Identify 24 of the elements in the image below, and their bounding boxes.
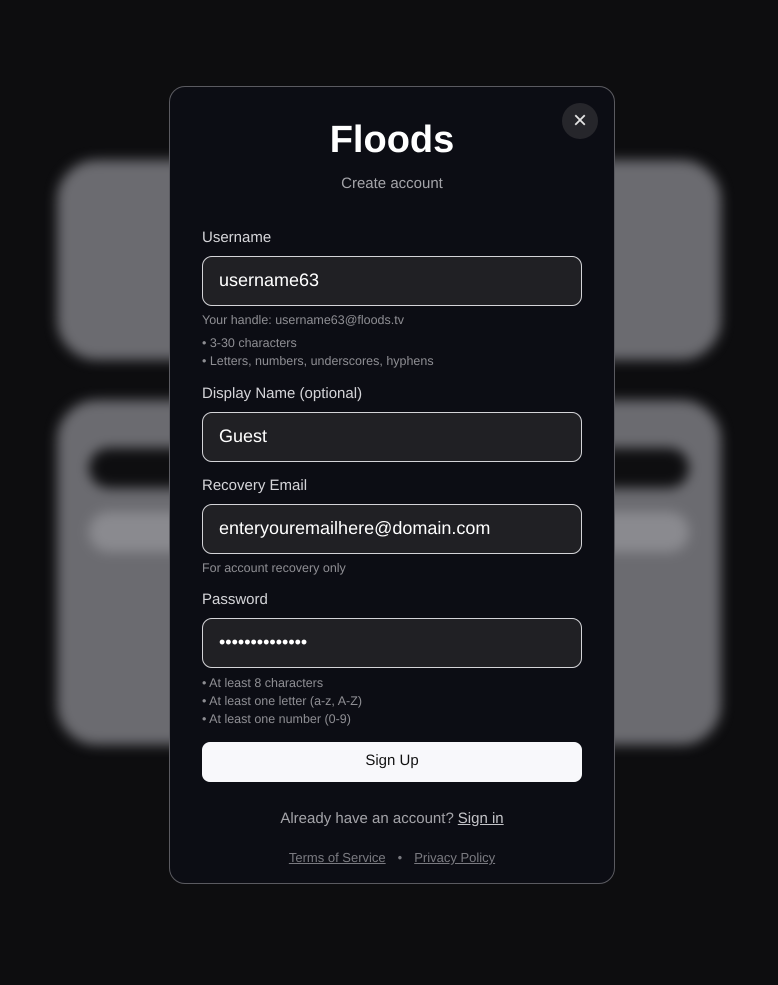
- sign-in-link[interactable]: Sign in: [458, 808, 504, 830]
- rule-text: • At least one number (0-9): [202, 710, 352, 728]
- dialog-subtitle: Create account: [341, 174, 443, 194]
- input-field[interactable]: enteryouremailhere@domain.com: [202, 504, 582, 554]
- input-field[interactable]: Guest: [202, 412, 582, 462]
- rule-text: • At least one letter (a-z, A-Z): [202, 692, 363, 710]
- rule-text: • At least 8 characters: [202, 674, 324, 692]
- rule-text: • Letters, numbers, underscores, hyphens: [202, 352, 435, 370]
- app-title: Floods: [330, 118, 454, 163]
- close-button[interactable]: ×: [562, 103, 598, 139]
- field-hint: Your handle: username63@floods.tv: [202, 312, 405, 328]
- privacy-link[interactable]: Privacy Policy: [414, 848, 496, 868]
- field-label: Display Name (optional): [202, 384, 364, 404]
- field-label: Password: [202, 590, 269, 610]
- field-label: Recovery Email: [202, 476, 308, 496]
- terms-link[interactable]: Terms of Service: [288, 848, 386, 868]
- input-field[interactable]: ••••••••••••••: [202, 618, 582, 668]
- field-label: Username: [202, 228, 272, 248]
- field-hint: For account recovery only: [202, 560, 347, 576]
- separator-dot: •: [398, 849, 402, 867]
- input-field[interactable]: username63: [202, 256, 582, 306]
- sign-up-button[interactable]: Sign Up: [202, 742, 582, 782]
- rule-text: • 3-30 characters: [202, 334, 298, 352]
- signin-prompt: Already have an account?: [280, 808, 454, 828]
